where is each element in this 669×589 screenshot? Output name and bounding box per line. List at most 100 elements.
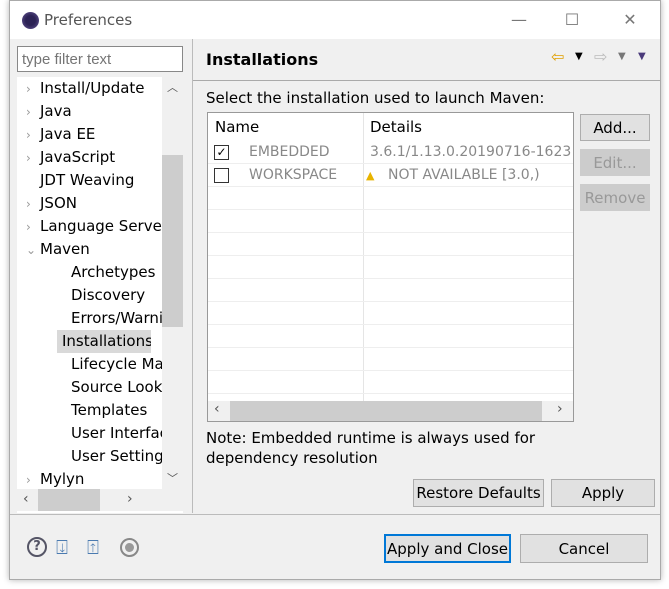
chevron-right-icon[interactable]: › — [26, 216, 40, 238]
tree-item[interactable]: › Java EE — [17, 123, 95, 146]
scroll-thumb[interactable] — [162, 155, 183, 327]
checkbox[interactable] — [214, 168, 229, 183]
eclipse-logo-icon — [22, 12, 39, 29]
table-row[interactable] — [208, 371, 573, 394]
tree-item-label: User Settings — [71, 447, 172, 465]
close-button[interactable]: ✕ — [607, 7, 653, 33]
export-icon[interactable]: ⍐ — [87, 535, 99, 559]
tree-horizontal-scrollbar[interactable]: ‹ › — [17, 489, 183, 511]
table-row[interactable] — [208, 187, 573, 210]
tree-item[interactable]: Archetypes — [57, 261, 155, 284]
note-text-2: dependency resolution — [206, 449, 378, 467]
table-row[interactable] — [208, 210, 573, 233]
tree-item[interactable]: JDT Weaving — [17, 169, 134, 192]
tree-item[interactable]: Lifecycle Map — [57, 353, 173, 376]
tree-item-label: Errors/Warnin — [71, 309, 173, 327]
scroll-left-icon[interactable]: ‹ — [23, 491, 29, 507]
chevron-right-icon[interactable]: › — [26, 147, 40, 169]
tree-item-label: Maven — [40, 240, 90, 258]
checkbox[interactable]: ✓ — [214, 145, 229, 160]
tree-item[interactable]: Errors/Warnin — [57, 307, 173, 330]
tree-item[interactable]: › Install/Update — [17, 77, 145, 100]
forward-menu-icon[interactable]: ▼ — [618, 51, 626, 62]
table-row[interactable] — [208, 256, 573, 279]
maximize-button[interactable]: ☐ — [549, 7, 595, 33]
restore-defaults-button[interactable]: Restore Defaults — [413, 479, 544, 507]
warning-icon: ▲ — [366, 169, 375, 182]
table-row[interactable] — [208, 233, 573, 256]
chevron-right-icon[interactable]: › — [26, 193, 40, 215]
note-text: Note: Embedded runtime is always used fo… — [206, 429, 536, 447]
table-row[interactable]: WORKSPACE ▲ NOT AVAILABLE [3.0,) — [208, 164, 573, 187]
tree-item[interactable]: › Mylyn — [17, 468, 84, 491]
installations-table: Name Details ✓ EMBEDDED 3.6.1/1.13.0.20190… — [207, 112, 574, 422]
view-menu-icon[interactable]: ▼ — [638, 51, 646, 62]
header-separator — [193, 80, 660, 81]
tree-item-label: Install/Update — [40, 79, 145, 97]
column-name[interactable]: Name — [215, 113, 259, 141]
table-row[interactable] — [208, 279, 573, 302]
table-row[interactable] — [208, 325, 573, 348]
footer-separator — [10, 514, 660, 515]
tree-item[interactable]: › JavaScript — [17, 146, 115, 169]
back-arrow-icon[interactable]: ⇦ — [551, 47, 564, 66]
import-icon[interactable]: ⍗ — [56, 535, 68, 559]
minimize-button[interactable]: — — [496, 7, 542, 33]
tree-item[interactable]: Source Looku — [57, 376, 171, 399]
title-bar: Preferences — ☐ ✕ — [10, 1, 660, 39]
scroll-right-icon[interactable]: › — [557, 401, 563, 417]
table-horizontal-scrollbar[interactable]: ‹ › — [208, 401, 573, 421]
scroll-down-icon[interactable]: ﹀ — [167, 470, 178, 486]
table-row[interactable]: ✓ EMBEDDED 3.6.1/1.13.0.20190716-1623 — [208, 141, 573, 164]
tree-item[interactable]: User Settings — [57, 445, 171, 468]
filter-input[interactable] — [17, 46, 183, 72]
page-title: Installations — [206, 50, 319, 69]
scroll-thumb[interactable] — [230, 401, 542, 421]
forward-arrow-icon[interactable]: ⇨ — [594, 47, 607, 66]
edit-button[interactable]: Edit... — [580, 149, 650, 176]
tree-item-label: Archetypes — [71, 263, 156, 281]
remove-button[interactable]: Remove — [580, 184, 650, 211]
installation-details: NOT AVAILABLE [3.0,) — [388, 167, 540, 183]
scroll-right-icon[interactable]: › — [127, 491, 133, 507]
chevron-right-icon[interactable]: › — [26, 101, 40, 123]
tree-item[interactable]: ⌄ Maven — [17, 238, 90, 261]
tree-item-label: Language Server — [40, 217, 168, 235]
tree-item-label: Java EE — [40, 125, 96, 143]
table-row[interactable] — [208, 302, 573, 325]
tree-item[interactable]: › Language Server — [17, 215, 168, 238]
scroll-up-icon[interactable]: ︿ — [167, 79, 178, 95]
chevron-down-icon[interactable]: ⌄ — [26, 239, 40, 261]
page-description: Select the installation used to launch M… — [206, 89, 545, 107]
tree-item[interactable]: › JSON — [17, 192, 77, 215]
add-button[interactable]: Add... — [580, 114, 650, 141]
back-menu-icon[interactable]: ▼ — [575, 51, 583, 62]
chevron-right-icon[interactable]: › — [26, 469, 40, 491]
chevron-right-icon[interactable]: › — [26, 78, 40, 100]
tree-item-label: Templates — [71, 401, 148, 419]
tree-item-label: Source Looku — [71, 378, 172, 396]
apply-and-close-button[interactable]: Apply and Close — [384, 534, 511, 563]
column-details[interactable]: Details — [370, 113, 422, 141]
preference-tree: › Mylyn User Settings User Interface Templat… — [17, 77, 183, 513]
splitter[interactable] — [192, 39, 193, 513]
tree-item[interactable]: Installations — [57, 330, 151, 353]
scroll-thumb[interactable] — [38, 489, 100, 511]
help-icon[interactable]: ? — [27, 537, 47, 557]
table-row[interactable] — [208, 348, 573, 371]
tree-item-label: Discovery — [71, 286, 146, 304]
installation-name: WORKSPACE — [249, 167, 338, 183]
tree-item-label: JavaScript — [40, 148, 116, 166]
tree-item[interactable]: › Java — [17, 100, 72, 123]
tree-item[interactable]: Discovery — [57, 284, 145, 307]
tree-item-label: Lifecycle Map — [71, 355, 174, 373]
apply-button[interactable]: Apply — [551, 479, 655, 507]
tree-item[interactable]: Templates — [57, 399, 147, 422]
tree-item[interactable]: User Interface — [57, 422, 177, 445]
record-icon[interactable] — [120, 538, 139, 557]
chevron-right-icon[interactable]: › — [26, 124, 40, 146]
scroll-left-icon[interactable]: ‹ — [214, 401, 220, 417]
tree-vertical-scrollbar[interactable]: ︿ ﹀ — [162, 77, 183, 489]
tree-item-label: JDT Weaving — [40, 171, 135, 189]
cancel-button[interactable]: Cancel — [520, 534, 648, 563]
